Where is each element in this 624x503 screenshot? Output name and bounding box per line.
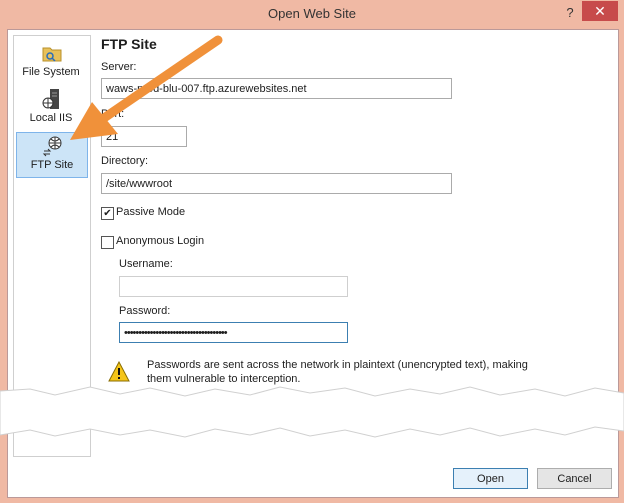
passive-mode-label: Passive Mode — [116, 206, 186, 218]
sidebar-item-local-iis[interactable]: Local IIS — [16, 86, 86, 130]
port-field[interactable]: 21 — [101, 126, 187, 147]
username-field[interactable] — [119, 276, 348, 297]
globe-transfer-icon — [42, 136, 62, 157]
help-button[interactable]: ? — [560, 5, 580, 23]
torn-edge-divider — [0, 386, 624, 438]
directory-label: Directory: — [101, 155, 149, 167]
sidebar-item-label: Local IIS — [29, 112, 73, 124]
sidebar-item-file-system[interactable]: File System — [16, 40, 86, 84]
title-bar: Open Web Site ? ✕ — [0, 0, 624, 28]
open-web-site-dialog: Open Web Site ? ✕ File System Local IIS … — [0, 0, 624, 503]
open-button[interactable]: Open — [453, 468, 528, 489]
page-title: FTP Site — [101, 36, 157, 52]
directory-field[interactable]: /site/wwwroot — [101, 173, 452, 194]
sidebar-item-ftp-site[interactable]: FTP Site — [16, 132, 88, 178]
close-button[interactable]: ✕ — [582, 1, 618, 21]
passive-mode-checkbox[interactable]: ✔ — [101, 207, 114, 220]
window-title: Open Web Site — [268, 6, 356, 21]
cancel-button[interactable]: Cancel — [537, 468, 612, 489]
sidebar-item-label: FTP Site — [30, 159, 74, 171]
folder-search-icon — [42, 47, 62, 62]
anonymous-login-checkbox[interactable] — [101, 236, 114, 249]
port-label: Port: — [101, 108, 125, 120]
server-label: Server: — [101, 61, 137, 73]
server-globe-icon — [42, 89, 59, 109]
password-label: Password: — [119, 305, 171, 317]
anonymous-login-label: Anonymous Login — [116, 235, 205, 247]
username-label: Username: — [119, 258, 173, 270]
server-field[interactable]: waws-prod-blu-007.ftp.azurewebsites.net — [101, 78, 452, 99]
sidebar-item-label: File System — [22, 66, 80, 78]
password-field[interactable]: •••••••••••••••••••••••••••••••••••• — [119, 322, 348, 343]
